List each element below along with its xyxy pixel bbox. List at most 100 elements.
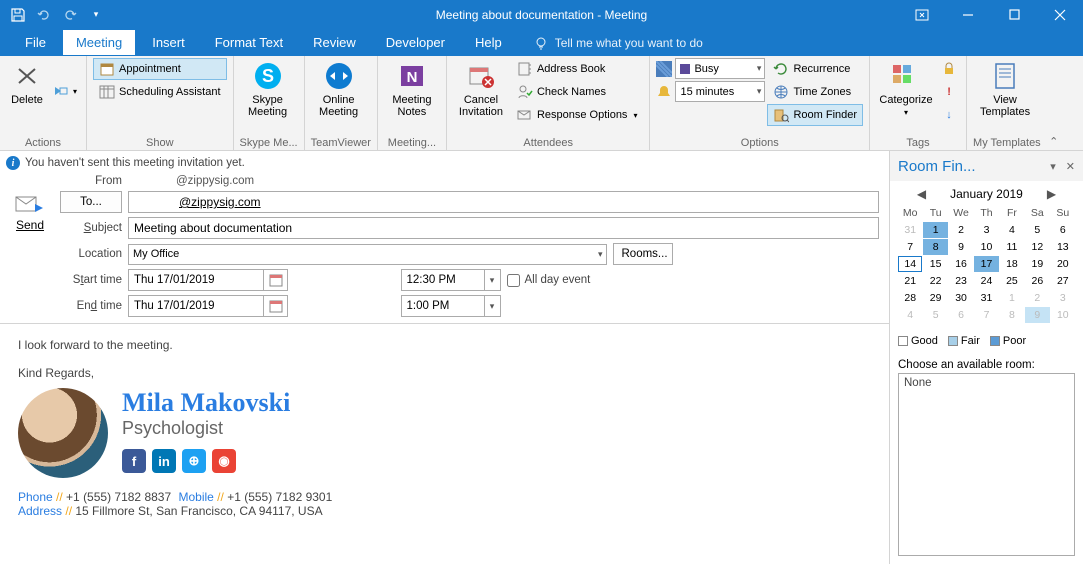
calendar-day[interactable]: 18 [1000,256,1024,272]
delete-button[interactable]: Delete [6,58,48,106]
end-time-field[interactable]: 1:00 PM▾ [401,295,501,317]
pane-menu-icon[interactable]: ▾ [1050,160,1056,173]
address-book-button[interactable]: Address Book [511,58,644,80]
to-button[interactable]: To... [60,191,122,213]
save-icon[interactable] [6,3,30,27]
calendar-day[interactable]: 25 [1000,273,1024,289]
show-as-combo[interactable]: Busy [675,58,765,79]
calendar-day[interactable]: 31 [898,222,922,238]
tab-help[interactable]: Help [462,30,515,55]
calendar-day[interactable]: 10 [974,239,998,255]
facebook-icon[interactable]: f [122,449,146,473]
calendar-day[interactable]: 27 [1051,273,1075,289]
pane-close-icon[interactable]: ✕ [1066,160,1075,173]
calendar-icon[interactable] [263,270,287,290]
check-names-button[interactable]: Check Names [511,81,644,103]
qat-customize-icon[interactable]: ▾ [84,3,108,27]
time-zones-button[interactable]: Time Zones [767,81,863,103]
close-icon[interactable] [1037,0,1083,29]
undo-icon[interactable] [32,3,56,27]
calendar-day[interactable]: 8 [923,239,947,255]
calendar-day[interactable]: 9 [949,239,973,255]
message-body[interactable]: I look forward to the meeting. Kind Rega… [0,323,889,564]
calendar-day[interactable]: 5 [923,307,947,323]
calendar-day[interactable]: 24 [974,273,998,289]
calendar-day[interactable]: 2 [949,222,973,238]
to-field[interactable]: @zippysig.com [128,191,879,213]
calendar-day[interactable]: 29 [923,290,947,306]
calendar-icon[interactable] [263,296,287,316]
map-pin-icon[interactable]: ◉ [212,449,236,473]
scheduling-assistant-button[interactable]: Scheduling Assistant [93,81,227,103]
reminder-combo[interactable]: 15 minutes [675,81,765,102]
high-importance-button[interactable]: ! [938,81,960,103]
calendar-day[interactable]: 21 [898,273,922,289]
tab-format-text[interactable]: Format Text [202,30,296,55]
send-button[interactable]: Send [10,193,50,235]
calendar-day[interactable]: 8 [1000,307,1024,323]
calendar-day[interactable]: 7 [898,239,922,255]
ribbon-display-icon[interactable] [899,0,945,29]
view-templates-button[interactable]: View Templates [973,58,1037,118]
calendar-day[interactable]: 16 [949,256,973,272]
response-options-button[interactable]: Response Options ▾ [511,104,644,126]
calendar-day[interactable]: 11 [1000,239,1024,255]
room-finder-button[interactable]: Room Finder [767,104,863,126]
redo-icon[interactable] [58,3,82,27]
calendar-day[interactable]: 4 [898,307,922,323]
recurrence-button[interactable]: Recurrence [767,58,863,80]
minimize-icon[interactable] [945,0,991,29]
calendar-day[interactable]: 12 [1025,239,1049,255]
skype-meeting-button[interactable]: S Skype Meeting [240,58,296,118]
prev-month-icon[interactable]: ◀ [911,187,932,201]
calendar-day[interactable]: 1 [923,222,947,238]
tab-file[interactable]: File [12,30,59,55]
maximize-icon[interactable] [991,0,1037,29]
calendar-day[interactable]: 6 [949,307,973,323]
start-date-field[interactable]: Thu 17/01/2019 [128,269,288,291]
calendar-day[interactable]: 3 [974,222,998,238]
calendar-day[interactable]: 30 [949,290,973,306]
calendar-day[interactable]: 10 [1051,307,1075,323]
meeting-notes-button[interactable]: N Meeting Notes [384,58,440,118]
calendar-day[interactable]: 23 [949,273,973,289]
start-time-field[interactable]: 12:30 PM▾ [401,269,501,291]
calendar-day[interactable]: 4 [1000,222,1024,238]
calendar-day[interactable]: 6 [1051,222,1075,238]
calendar-day[interactable]: 13 [1051,239,1075,255]
online-meeting-button[interactable]: Online Meeting [311,58,367,118]
all-day-checkbox[interactable] [507,274,520,287]
calendar-day[interactable]: 26 [1025,273,1049,289]
tab-meeting[interactable]: Meeting [63,30,135,55]
ribbon-collapse-icon[interactable]: ⌃ [1047,56,1061,150]
calendar-day[interactable]: 2 [1025,290,1049,306]
calendar-day[interactable]: 3 [1051,290,1075,306]
end-date-field[interactable]: Thu 17/01/2019 [128,295,288,317]
cancel-invitation-button[interactable]: Cancel Invitation [453,58,509,118]
calendar-day[interactable]: 20 [1051,256,1075,272]
tell-me-search[interactable]: Tell me what you want to do [533,35,703,51]
calendar-day[interactable]: 14 [898,256,922,272]
calendar-day[interactable]: 17 [974,256,998,272]
calendar-day[interactable]: 15 [923,256,947,272]
calendar-day[interactable]: 28 [898,290,922,306]
next-month-icon[interactable]: ▶ [1041,187,1062,201]
subject-field[interactable] [128,217,879,239]
rooms-button[interactable]: Rooms... [613,243,673,265]
appointment-button[interactable]: Appointment [93,58,227,80]
linkedin-icon[interactable]: in [152,449,176,473]
private-button[interactable] [938,58,960,80]
calendar-day[interactable]: 22 [923,273,947,289]
calendar-day[interactable]: 19 [1025,256,1049,272]
forward-button[interactable]: ▾ [50,80,80,102]
categorize-button[interactable]: Categorize ▾ [876,58,936,118]
tab-developer[interactable]: Developer [373,30,458,55]
location-field[interactable]: My Office [128,244,607,265]
web-icon[interactable]: ⊕ [182,449,206,473]
calendar-day[interactable]: 7 [974,307,998,323]
tab-review[interactable]: Review [300,30,369,55]
calendar-day[interactable]: 31 [974,290,998,306]
calendar-day[interactable]: 5 [1025,222,1049,238]
calendar-day[interactable]: 9 [1025,307,1049,323]
low-importance-button[interactable]: ↓ [938,104,960,126]
